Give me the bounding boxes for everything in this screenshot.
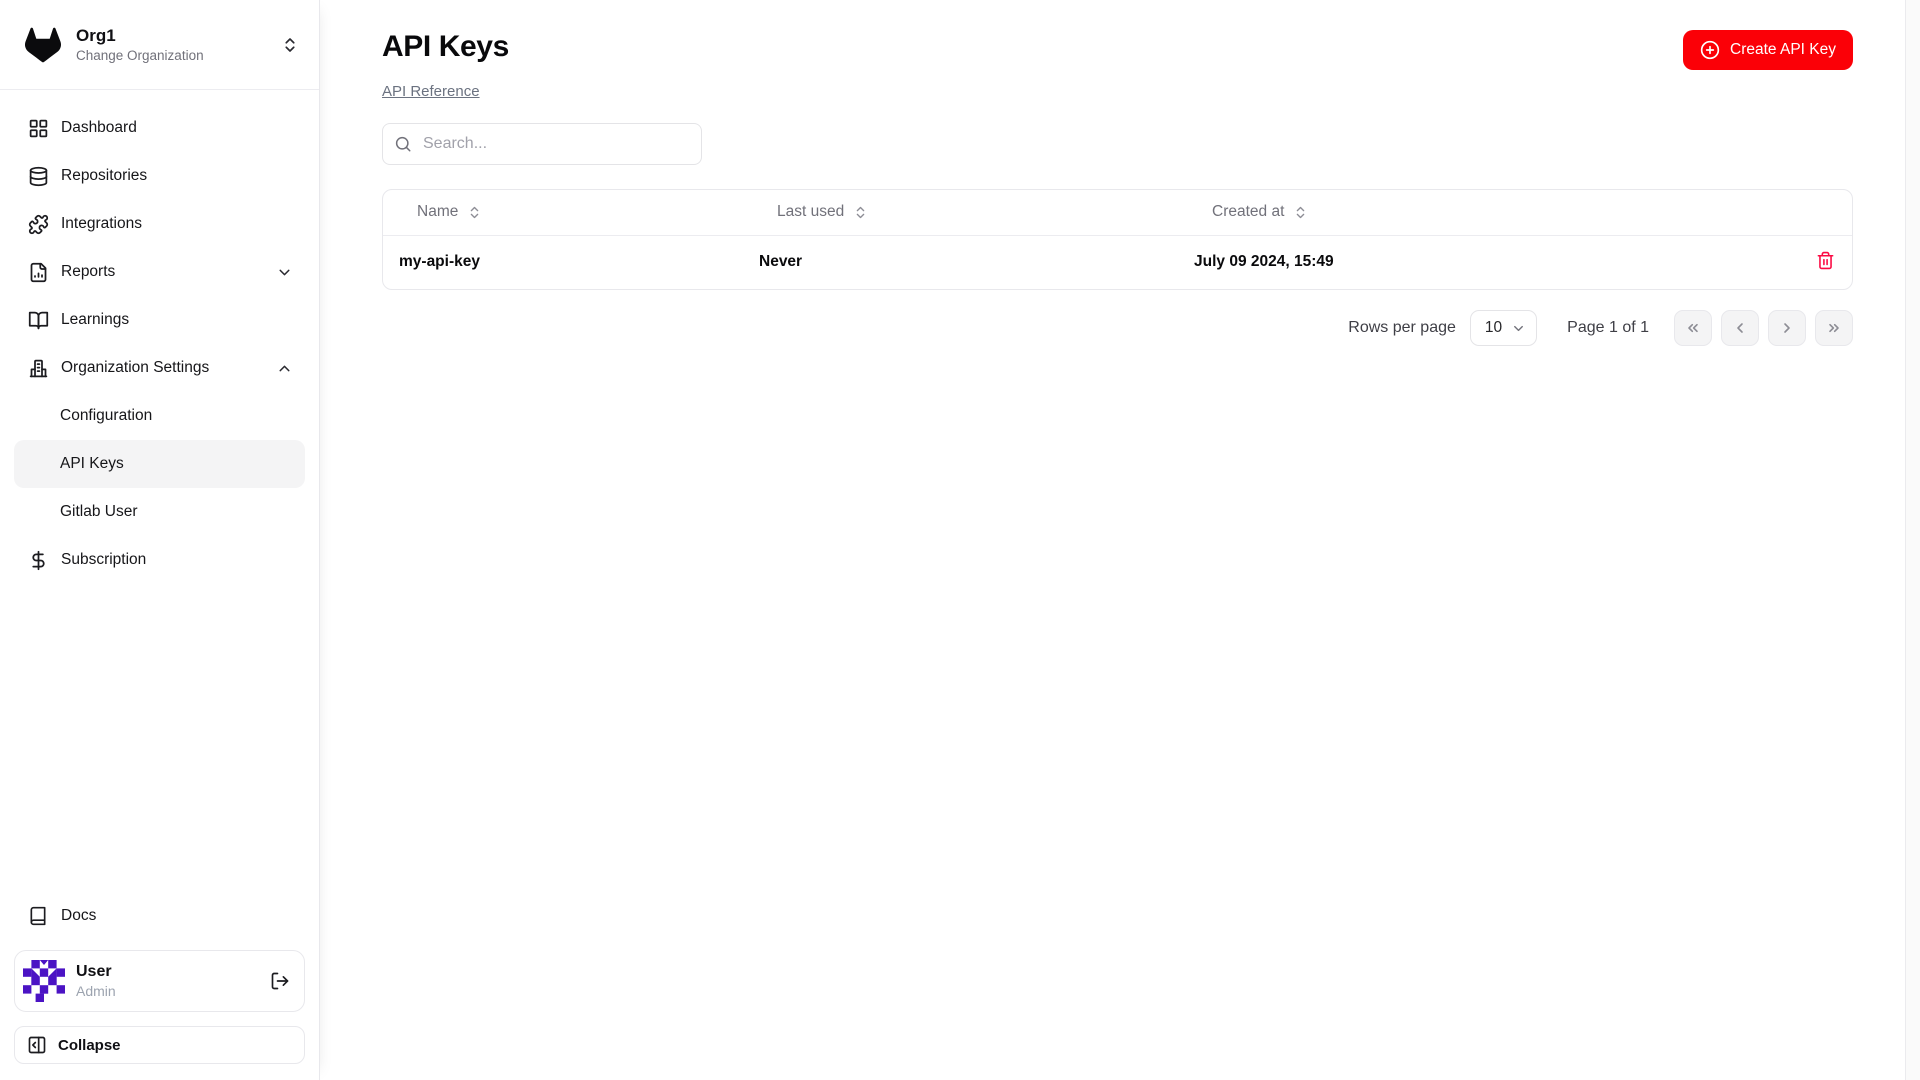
org-name: Org1 (76, 25, 116, 45)
org-switcher[interactable]: Org1 Change Organization (0, 0, 319, 90)
dollar-icon (28, 550, 49, 571)
column-header-actions (1798, 190, 1852, 236)
previous-page-button[interactable] (1721, 310, 1759, 346)
sidebar-item-label: Reports (61, 263, 116, 280)
sidebar-item-label: Learnings (61, 311, 130, 328)
sidebar-item-organization-settings[interactable]: Organization Settings (14, 344, 305, 392)
sidebar-item-subscription[interactable]: Subscription (14, 536, 305, 584)
create-api-key-button[interactable]: Create API Key (1683, 30, 1853, 70)
sidebar: Org1 Change Organization Dashboard Repos… (0, 0, 320, 1080)
logout-button[interactable] (270, 971, 290, 991)
collapse-sidebar-button[interactable]: Collapse (14, 1026, 305, 1064)
rows-per-page-select[interactable]: 10 (1469, 310, 1538, 346)
search-input[interactable] (382, 123, 702, 165)
column-header-created-at[interactable]: Created at (1178, 190, 1798, 236)
chevron-down-icon (276, 264, 293, 281)
sidebar-item-reports[interactable]: Reports (14, 248, 305, 296)
chevrons-left-icon (1685, 320, 1701, 336)
file-chart-icon (28, 262, 49, 283)
plus-circle-icon (1700, 40, 1720, 60)
sidebar-footer: Docs User Admin Collapse (0, 892, 319, 1080)
column-header-name[interactable]: Name (383, 190, 743, 236)
user-role: Admin (76, 982, 116, 999)
app-window: Org1 Change Organization Dashboard Repos… (0, 0, 1920, 1080)
database-icon (28, 166, 49, 187)
sidebar-item-label: Repositories (61, 167, 148, 184)
last-page-button[interactable] (1815, 310, 1853, 346)
sidebar-item-repositories[interactable]: Repositories (14, 152, 305, 200)
chevron-down-icon (1511, 321, 1526, 336)
search-icon (394, 135, 412, 153)
column-label: Created at (1212, 203, 1285, 221)
page-scrollbar[interactable] (1905, 0, 1920, 1080)
api-reference-link[interactable]: API Reference (382, 83, 480, 100)
page-title: API Keys (382, 30, 509, 63)
api-keys-table: Name Last used Created at my-api-key Nev… (382, 189, 1853, 290)
next-page-button[interactable] (1768, 310, 1806, 346)
cell-last-used: Never (759, 253, 803, 271)
sidebar-item-label: Dashboard (61, 119, 137, 136)
rows-per-page-value: 10 (1484, 319, 1503, 336)
sort-icon (853, 205, 868, 220)
sidebar-item-label: Gitlab User (60, 503, 138, 520)
sidebar-item-label: API Keys (60, 455, 124, 472)
puzzle-icon (28, 214, 49, 235)
sidebar-item-api-keys[interactable]: API Keys (14, 440, 305, 488)
cell-created-at: July 09 2024, 15:49 (1194, 253, 1334, 271)
sidebar-item-dashboard[interactable]: Dashboard (14, 104, 305, 152)
org-meta: Org1 Change Organization (76, 26, 281, 63)
sidebar-item-label: Integrations (61, 215, 142, 232)
sidebar-item-docs[interactable]: Docs (14, 892, 305, 940)
dashboard-grid-icon (28, 118, 49, 139)
first-page-button[interactable] (1674, 310, 1712, 346)
gitlab-logo-icon (24, 27, 62, 63)
cell-actions (1798, 235, 1852, 289)
sidebar-item-gitlab-user[interactable]: Gitlab User (14, 488, 305, 536)
page-indicator: Page 1 of 1 (1567, 319, 1649, 336)
book-icon (28, 906, 49, 927)
org-subtitle: Change Organization (76, 48, 204, 64)
page-header: API Keys Create API Key (382, 30, 1853, 70)
panel-collapse-icon (27, 1035, 48, 1055)
pagination-bar: Rows per page 10 Page 1 of 1 (382, 310, 1853, 346)
chevron-left-icon (1732, 320, 1748, 336)
sidebar-item-label: Configuration (60, 407, 153, 424)
sidebar-item-label: Subscription (61, 551, 147, 568)
delete-api-key-button[interactable] (1814, 249, 1837, 272)
sidebar-item-learnings[interactable]: Learnings (14, 296, 305, 344)
chevrons-right-icon (1826, 320, 1842, 336)
rows-per-page-label: Rows per page (1348, 319, 1456, 336)
trash-icon (1816, 251, 1835, 270)
sort-icon (467, 205, 482, 220)
create-api-key-label: Create API Key (1730, 41, 1836, 58)
chevron-up-icon (276, 360, 293, 377)
column-header-last-used[interactable]: Last used (743, 190, 1178, 236)
book-open-icon (28, 310, 49, 331)
user-name: User (76, 963, 112, 981)
user-avatar (23, 960, 65, 1002)
main-content: API Keys Create API Key API Reference Na… (320, 0, 1905, 1080)
column-label: Last used (777, 203, 845, 221)
table-row: my-api-key Never July 09 2024, 15:49 (383, 235, 1852, 289)
search-box (382, 123, 702, 165)
sidebar-item-integrations[interactable]: Integrations (14, 200, 305, 248)
logout-icon (270, 971, 290, 991)
sidebar-item-label: Organization Settings (61, 359, 210, 376)
table-header-row: Name Last used Created at (383, 190, 1852, 236)
sidebar-item-configuration[interactable]: Configuration (14, 392, 305, 440)
sort-icon (1293, 205, 1308, 220)
user-meta: User Admin (76, 963, 259, 998)
user-card[interactable]: User Admin (14, 950, 305, 1012)
column-label: Name (417, 203, 459, 221)
chevrons-up-down-icon[interactable] (281, 36, 299, 54)
chevron-right-icon (1779, 320, 1795, 336)
collapse-label: Collapse (58, 1036, 121, 1054)
cell-api-key-name: my-api-key (399, 253, 480, 271)
building-icon (28, 358, 49, 379)
sidebar-nav: Dashboard Repositories Integrations Repo… (0, 90, 319, 584)
docs-label: Docs (61, 907, 97, 924)
